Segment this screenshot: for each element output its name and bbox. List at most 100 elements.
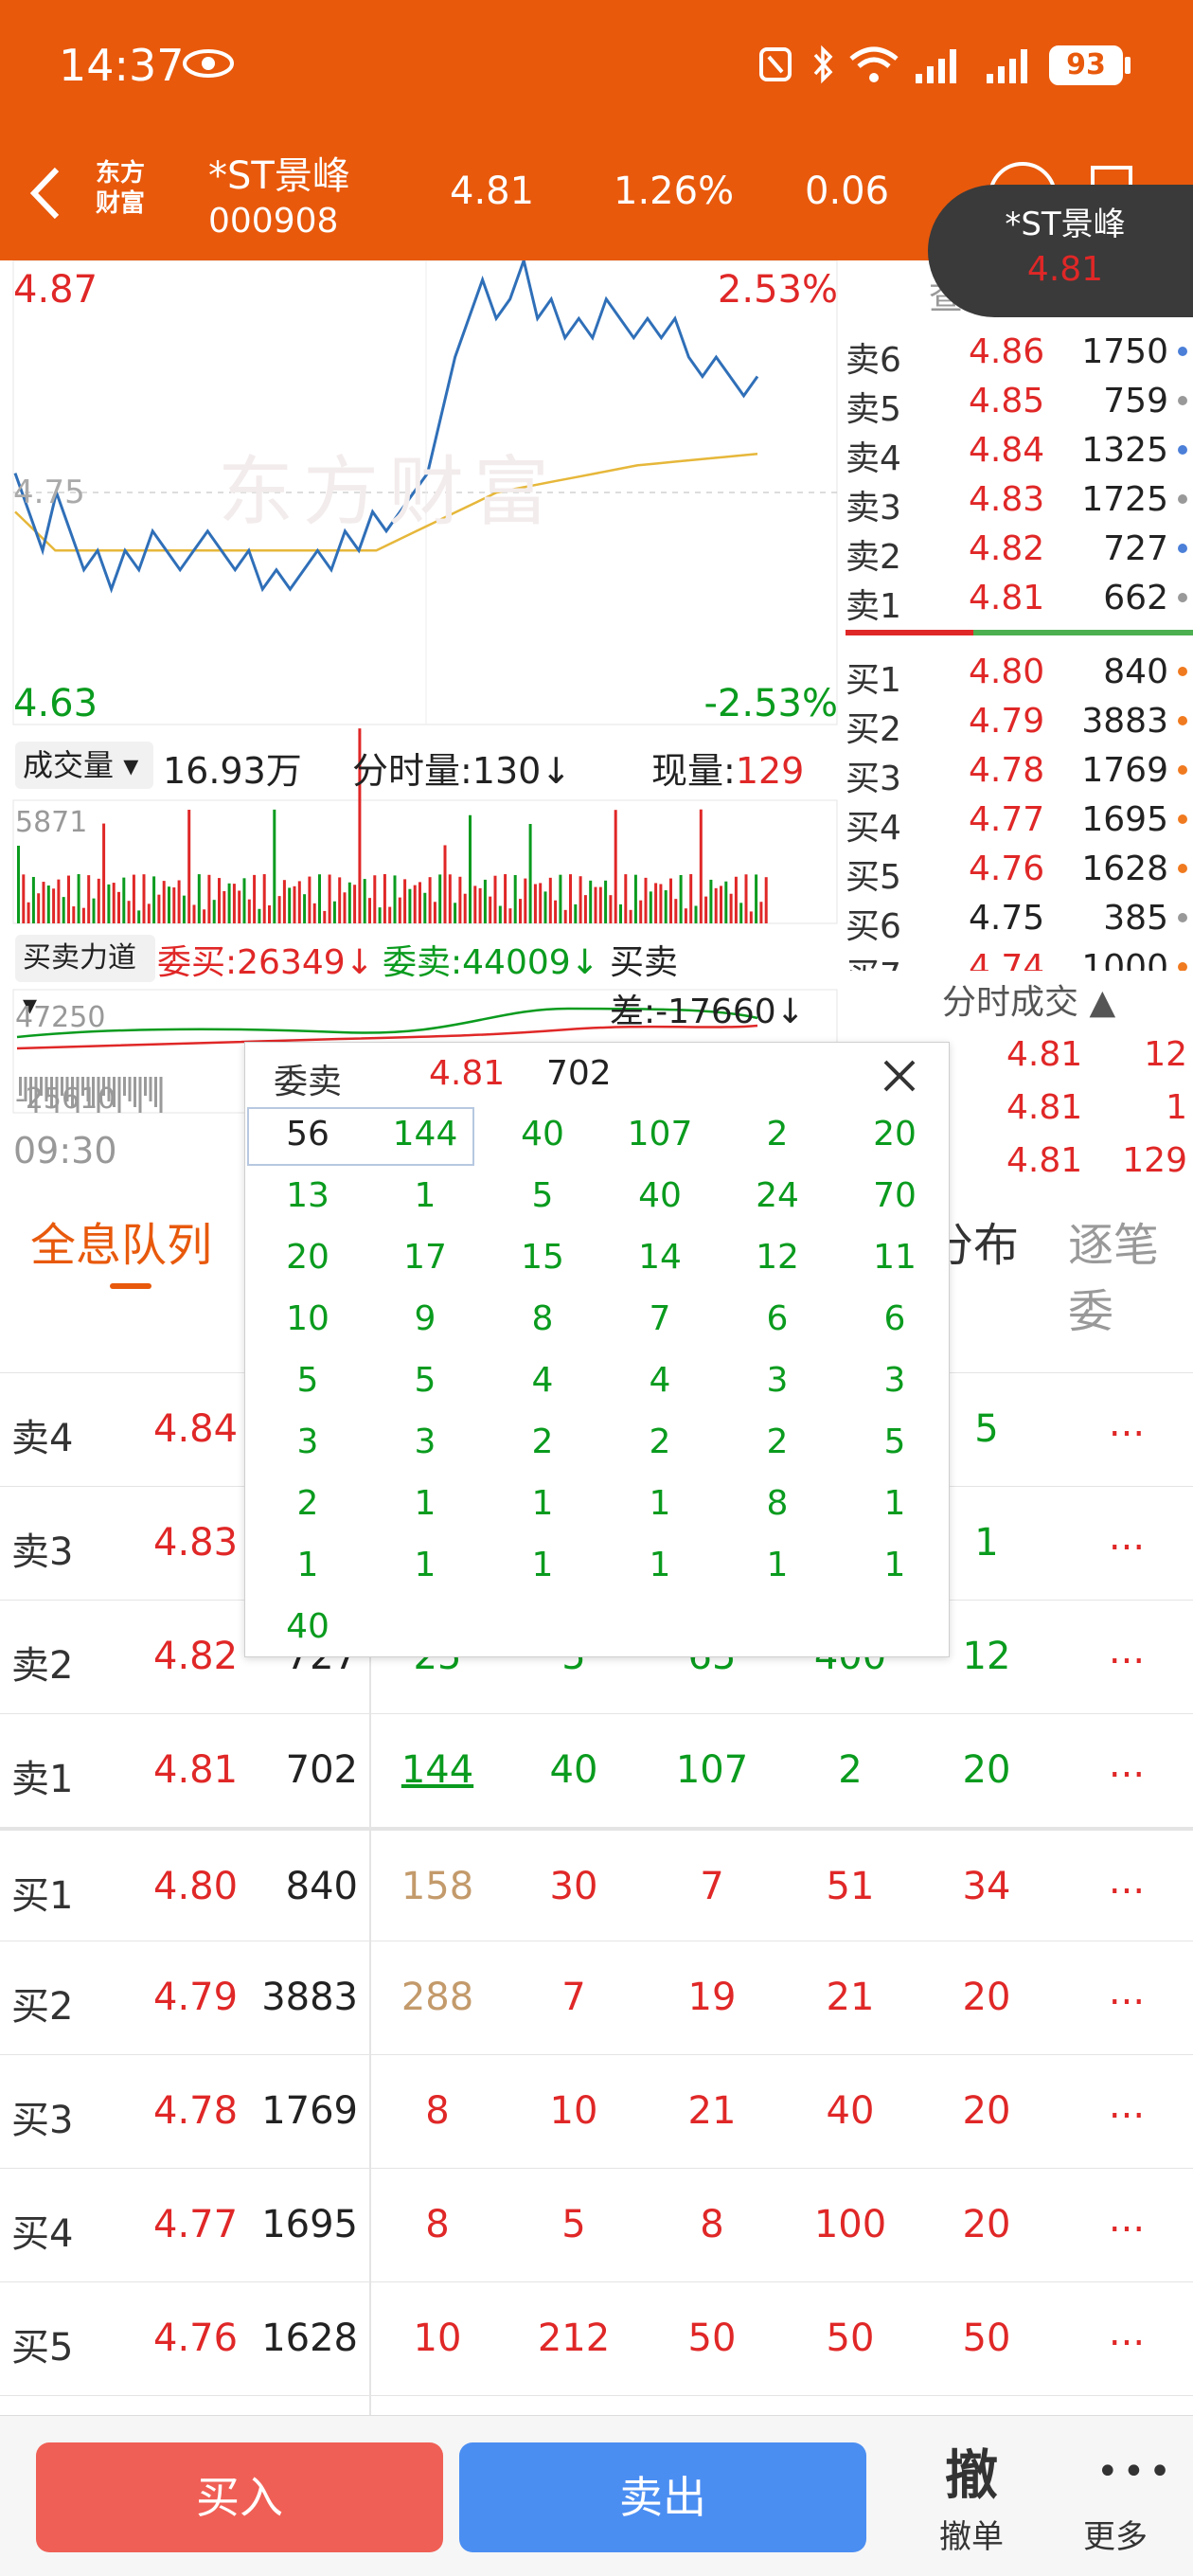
popup-order-size[interactable]: 11 <box>836 1238 953 1277</box>
ask-row[interactable]: 卖4 4.84 1325 <box>838 425 1193 478</box>
queue-more[interactable]: ... <box>1070 1743 1184 1786</box>
sell-button[interactable]: 卖出 <box>459 2442 866 2552</box>
queue-row[interactable]: 买3 4.78 1769 8 10 21 40 20... <box>0 2055 1193 2169</box>
popup-order-size[interactable]: 2 <box>484 1422 601 1461</box>
popup-order-size[interactable]: 12 <box>719 1238 836 1277</box>
popup-order-size[interactable]: 40 <box>484 1115 601 1154</box>
popup-order-size[interactable]: 5 <box>836 1422 953 1461</box>
popup-order-size[interactable]: 3 <box>836 1361 953 1400</box>
queue-more[interactable]: ... <box>1070 2197 1184 2241</box>
cancel-order-icon[interactable]: 撤 <box>945 2433 998 2510</box>
bid-row[interactable]: 买1 4.80 840 <box>838 647 1193 700</box>
popup-order-size[interactable]: 14 <box>601 1238 719 1277</box>
popup-order-size[interactable]: 7 <box>601 1299 719 1338</box>
ask-price: 4.86 <box>969 332 1045 371</box>
queue-more[interactable]: ... <box>1070 1402 1184 1445</box>
popup-order-size[interactable]: 20 <box>836 1115 953 1154</box>
floating-stock-tag[interactable]: *ST景峰 4.81 <box>928 185 1193 317</box>
popup-order-size[interactable]: 1 <box>484 1484 601 1523</box>
bid-label: 买5 <box>846 858 901 897</box>
ask-row[interactable]: 卖6 4.86 1750 <box>838 327 1193 380</box>
popup-order-size[interactable]: 3 <box>366 1422 484 1461</box>
volume-bar <box>734 876 738 923</box>
popup-order-size[interactable]: 2 <box>719 1115 836 1154</box>
popup-order-size[interactable]: 56 <box>249 1115 366 1154</box>
popup-order-size[interactable]: 20 <box>249 1238 366 1277</box>
popup-order-size[interactable]: 6 <box>719 1299 836 1338</box>
popup-order-size[interactable]: 2 <box>719 1422 836 1461</box>
popup-order-size[interactable]: 17 <box>366 1238 484 1277</box>
more-icon[interactable]: ••• <box>1096 2450 1175 2494</box>
power-selector[interactable]: 买卖力道 ▾ <box>15 935 155 1022</box>
popup-order-size[interactable]: 2 <box>601 1422 719 1461</box>
buy-button[interactable]: 买入 <box>36 2442 443 2552</box>
chart-mid-price: 4.75 <box>13 474 85 511</box>
close-icon[interactable] <box>880 1056 919 1096</box>
popup-order-size[interactable]: 5 <box>366 1361 484 1400</box>
popup-order-size[interactable]: 40 <box>249 1607 366 1646</box>
popup-order-size[interactable]: 1 <box>836 1484 953 1523</box>
popup-order-size[interactable]: 1 <box>366 1546 484 1584</box>
volume-total: 16.93万 <box>163 750 302 792</box>
popup-order-size[interactable]: 8 <box>484 1299 601 1338</box>
ratio-bar-red <box>846 630 973 635</box>
popup-order-size[interactable]: 2 <box>249 1484 366 1523</box>
popup-order-size[interactable]: 70 <box>836 1176 953 1215</box>
popup-order-size[interactable]: 1 <box>836 1546 953 1584</box>
volume-bar <box>428 877 432 923</box>
popup-order-size[interactable]: 4 <box>484 1361 601 1400</box>
popup-order-size[interactable]: 4 <box>601 1361 719 1400</box>
popup-order-size[interactable]: 1 <box>249 1546 366 1584</box>
popup-order-size[interactable]: 1 <box>719 1546 836 1584</box>
popup-order-size[interactable]: 13 <box>249 1176 366 1215</box>
volume-selector[interactable]: 成交量 ▾ <box>15 742 153 789</box>
bid-row[interactable]: 买3 4.78 1769 <box>838 745 1193 798</box>
queue-more[interactable]: ... <box>1070 1629 1184 1673</box>
tab-quanxi[interactable]: 全息队列 <box>30 1208 212 1274</box>
more-label[interactable]: 更多 <box>1083 2511 1148 2557</box>
back-icon[interactable] <box>27 164 64 223</box>
ask-row[interactable]: 卖3 4.83 1725 <box>838 474 1193 528</box>
popup-order-size[interactable]: 1 <box>366 1176 484 1215</box>
popup-order-size[interactable]: 9 <box>366 1299 484 1338</box>
popup-order-size[interactable]: 5 <box>249 1361 366 1400</box>
popup-order-size[interactable]: 6 <box>836 1299 953 1338</box>
ask-row[interactable]: 卖5 4.85 759 <box>838 376 1193 429</box>
queue-row[interactable]: 买5 4.76 1628 10 212 50 50 50... <box>0 2282 1193 2396</box>
queue-more[interactable]: ... <box>1070 1859 1184 1903</box>
popup-order-size[interactable]: 1 <box>601 1546 719 1584</box>
queue-row[interactable]: 卖1 4.81 702 144 40 107 2 20... <box>0 1714 1193 1828</box>
popup-order-size[interactable]: 8 <box>719 1484 836 1523</box>
ask-row[interactable]: 卖2 4.82 727 <box>838 524 1193 577</box>
popup-order-size[interactable]: 15 <box>484 1238 601 1277</box>
popup-order-size[interactable]: 1 <box>601 1484 719 1523</box>
queue-row[interactable]: 买4 4.77 1695 8 5 8 100 20... <box>0 2169 1193 2282</box>
volume-bar <box>629 909 632 923</box>
popup-order-size[interactable]: 3 <box>719 1361 836 1400</box>
volume-bar <box>458 876 462 923</box>
popup-order-size[interactable]: 3 <box>249 1422 366 1461</box>
order-source-dot <box>1178 593 1187 602</box>
popup-order-size[interactable]: 10 <box>249 1299 366 1338</box>
popup-order-size[interactable]: 107 <box>601 1115 719 1154</box>
volume-bar <box>539 883 543 923</box>
popup-order-size[interactable]: 1 <box>366 1484 484 1523</box>
queue-row[interactable]: 买1 4.80 840 158 30 7 51 34... <box>0 1828 1193 1941</box>
queue-more[interactable]: ... <box>1070 2311 1184 2354</box>
queue-row[interactable]: 买2 4.79 3883 288 7 19 21 20... <box>0 1941 1193 2055</box>
cancel-order-label[interactable]: 撤单 <box>939 2511 1004 2557</box>
queue-more[interactable]: ... <box>1070 1515 1184 1559</box>
popup-order-size[interactable]: 40 <box>601 1176 719 1215</box>
bid-row[interactable]: 买6 4.75 385 <box>838 893 1193 946</box>
popup-order-size[interactable]: 5 <box>484 1176 601 1215</box>
popup-order-size[interactable]: 144 <box>366 1115 484 1154</box>
bid-row[interactable]: 买2 4.79 3883 <box>838 696 1193 749</box>
popup-order-size[interactable]: 24 <box>719 1176 836 1215</box>
popup-order-size[interactable]: 1 <box>484 1546 601 1584</box>
ask-row[interactable]: 卖1 4.81 662 <box>838 573 1193 626</box>
queue-more[interactable]: ... <box>1070 2084 1184 2127</box>
bid-row[interactable]: 买5 4.76 1628 <box>838 844 1193 897</box>
queue-volume: 1628 <box>261 2317 358 2360</box>
bid-row[interactable]: 买4 4.77 1695 <box>838 795 1193 848</box>
queue-more[interactable]: ... <box>1070 1970 1184 2013</box>
